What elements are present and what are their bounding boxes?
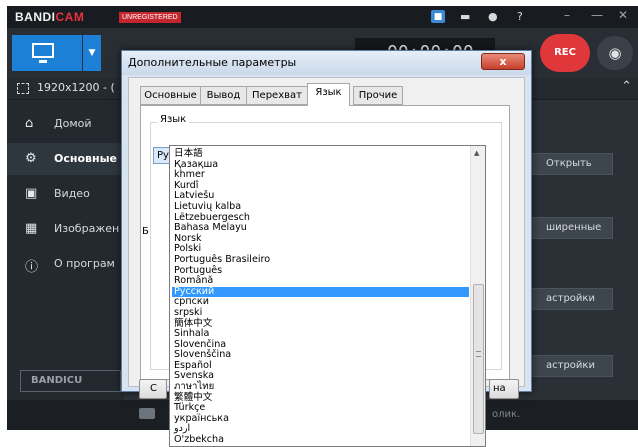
dropdown-scrollbar[interactable]: ▲ <box>470 146 485 446</box>
language-option[interactable]: Română <box>172 276 469 287</box>
language-option[interactable]: Slovenščina <box>172 350 469 361</box>
image-icon: ▦ <box>25 221 38 236</box>
home-icon: ⌂ <box>25 116 34 131</box>
tab-capture[interactable]: Перехват <box>246 86 308 105</box>
language-option[interactable]: Svenska <box>172 371 469 382</box>
dialog-title-bar[interactable]: Дополнительные параметры x <box>122 51 531 75</box>
language-option[interactable]: српски <box>172 297 469 308</box>
info-icon: ⓘ <box>25 260 39 275</box>
gear-icon: ⚙ <box>25 151 37 166</box>
lock-icon[interactable]: ■ <box>431 10 445 23</box>
language-option[interactable]: 日本語 <box>172 148 469 160</box>
language-option[interactable]: Português <box>172 265 469 277</box>
title-bar: BANDICAM UNREGISTERED ■ ▬ ● ? – — ✕ <box>7 6 638 28</box>
language-options: 日本語 Қазақша khmer Kurdî Latviešu Lietuvių kal… <box>172 148 469 446</box>
scroll-up-icon[interactable]: ▲ <box>474 149 479 157</box>
tab-general[interactable]: Основные <box>140 86 201 105</box>
advanced-button[interactable]: ширенные <box>525 217 613 239</box>
close-icon[interactable]: ✕ <box>618 8 628 22</box>
video-icon: ▣ <box>25 186 38 201</box>
language-option[interactable]: Español <box>172 360 469 372</box>
language-option[interactable]: Русский <box>172 286 469 298</box>
language-option[interactable]: khmer <box>172 170 469 181</box>
language-option[interactable]: O'zbekcha <box>172 434 469 446</box>
partial-label: Б <box>142 226 149 237</box>
minimize-icon[interactable]: – <box>564 8 570 22</box>
dialog-close-button[interactable]: x <box>481 53 525 70</box>
scrollbar-thumb[interactable] <box>473 284 484 434</box>
tab-language[interactable]: Язык <box>307 83 350 106</box>
chevron-up-icon[interactable]: ⌃ <box>621 79 632 94</box>
language-dropdown-list[interactable]: 日本語 Қазақша khmer Kurdî Latviešu Lietuvių kal… <box>169 145 486 447</box>
status-text: олик. <box>492 409 521 420</box>
message-icon <box>139 408 155 419</box>
bandicut-button[interactable]: BANDICU <box>20 370 121 392</box>
chevron-down-icon[interactable]: ▼ <box>83 35 101 71</box>
open-folder-button[interactable]: Открыть <box>525 153 613 175</box>
help-icon[interactable]: ? <box>517 10 523 24</box>
sidebar-item-general[interactable]: ⚙ Основные <box>7 143 124 175</box>
language-option[interactable]: Kurdî <box>172 180 469 192</box>
clock-icon[interactable]: ● <box>488 10 498 24</box>
region-icon <box>17 83 29 94</box>
language-group-title: Язык <box>157 114 190 125</box>
language-option[interactable]: 簡体中文 <box>172 318 469 330</box>
folder-icon[interactable]: ▬ <box>460 10 470 24</box>
language-option[interactable]: українська <box>172 413 469 425</box>
grip-icon <box>476 351 481 357</box>
dialog-title: Дополнительные параметры <box>128 56 297 69</box>
language-option[interactable]: Қазақша <box>172 159 469 171</box>
language-option[interactable]: 繁體中文 <box>172 392 469 404</box>
sidebar-item-image[interactable]: ▦ Изображен <box>7 213 124 245</box>
resolution-label: 1920x1200 - ( <box>37 81 115 94</box>
settings-button-2[interactable]: астройки <box>525 355 613 377</box>
language-option[interactable]: Português Brasileiro <box>172 254 469 266</box>
tab-output[interactable]: Вывод <box>200 86 247 105</box>
tab-other[interactable]: Прочие <box>353 86 403 105</box>
sidebar-item-about[interactable]: ⓘ О програм <box>7 248 124 280</box>
dialog-ok-button[interactable]: С <box>139 379 167 399</box>
language-option[interactable]: Norsk <box>172 233 469 245</box>
unregistered-badge: UNREGISTERED <box>119 12 181 23</box>
monitor-icon <box>32 43 54 58</box>
sidebar: ⌂ Домой ⚙ Основные ▣ Видео ▦ Изображен ⓘ… <box>7 100 124 400</box>
maximize-icon[interactable]: — <box>591 8 603 22</box>
sidebar-item-video[interactable]: ▣ Видео <box>7 178 124 210</box>
dialog-cancel-button[interactable]: на <box>489 379 519 399</box>
language-option[interactable]: Lietuvių kalba <box>172 201 469 213</box>
settings-button-1[interactable]: астройки <box>525 288 613 310</box>
sidebar-item-home[interactable]: ⌂ Домой <box>7 108 124 140</box>
screen-mode-button[interactable] <box>12 35 82 71</box>
brand-logo: BANDICAM <box>15 10 85 24</box>
language-option[interactable]: srpski <box>172 307 469 319</box>
screenshot-camera-icon[interactable]: ◉ <box>597 36 633 70</box>
language-option[interactable]: ภาษาไทย <box>172 381 469 393</box>
rec-button[interactable]: REC <box>540 34 590 72</box>
language-option[interactable]: Bahasa Melayu <box>172 223 469 234</box>
